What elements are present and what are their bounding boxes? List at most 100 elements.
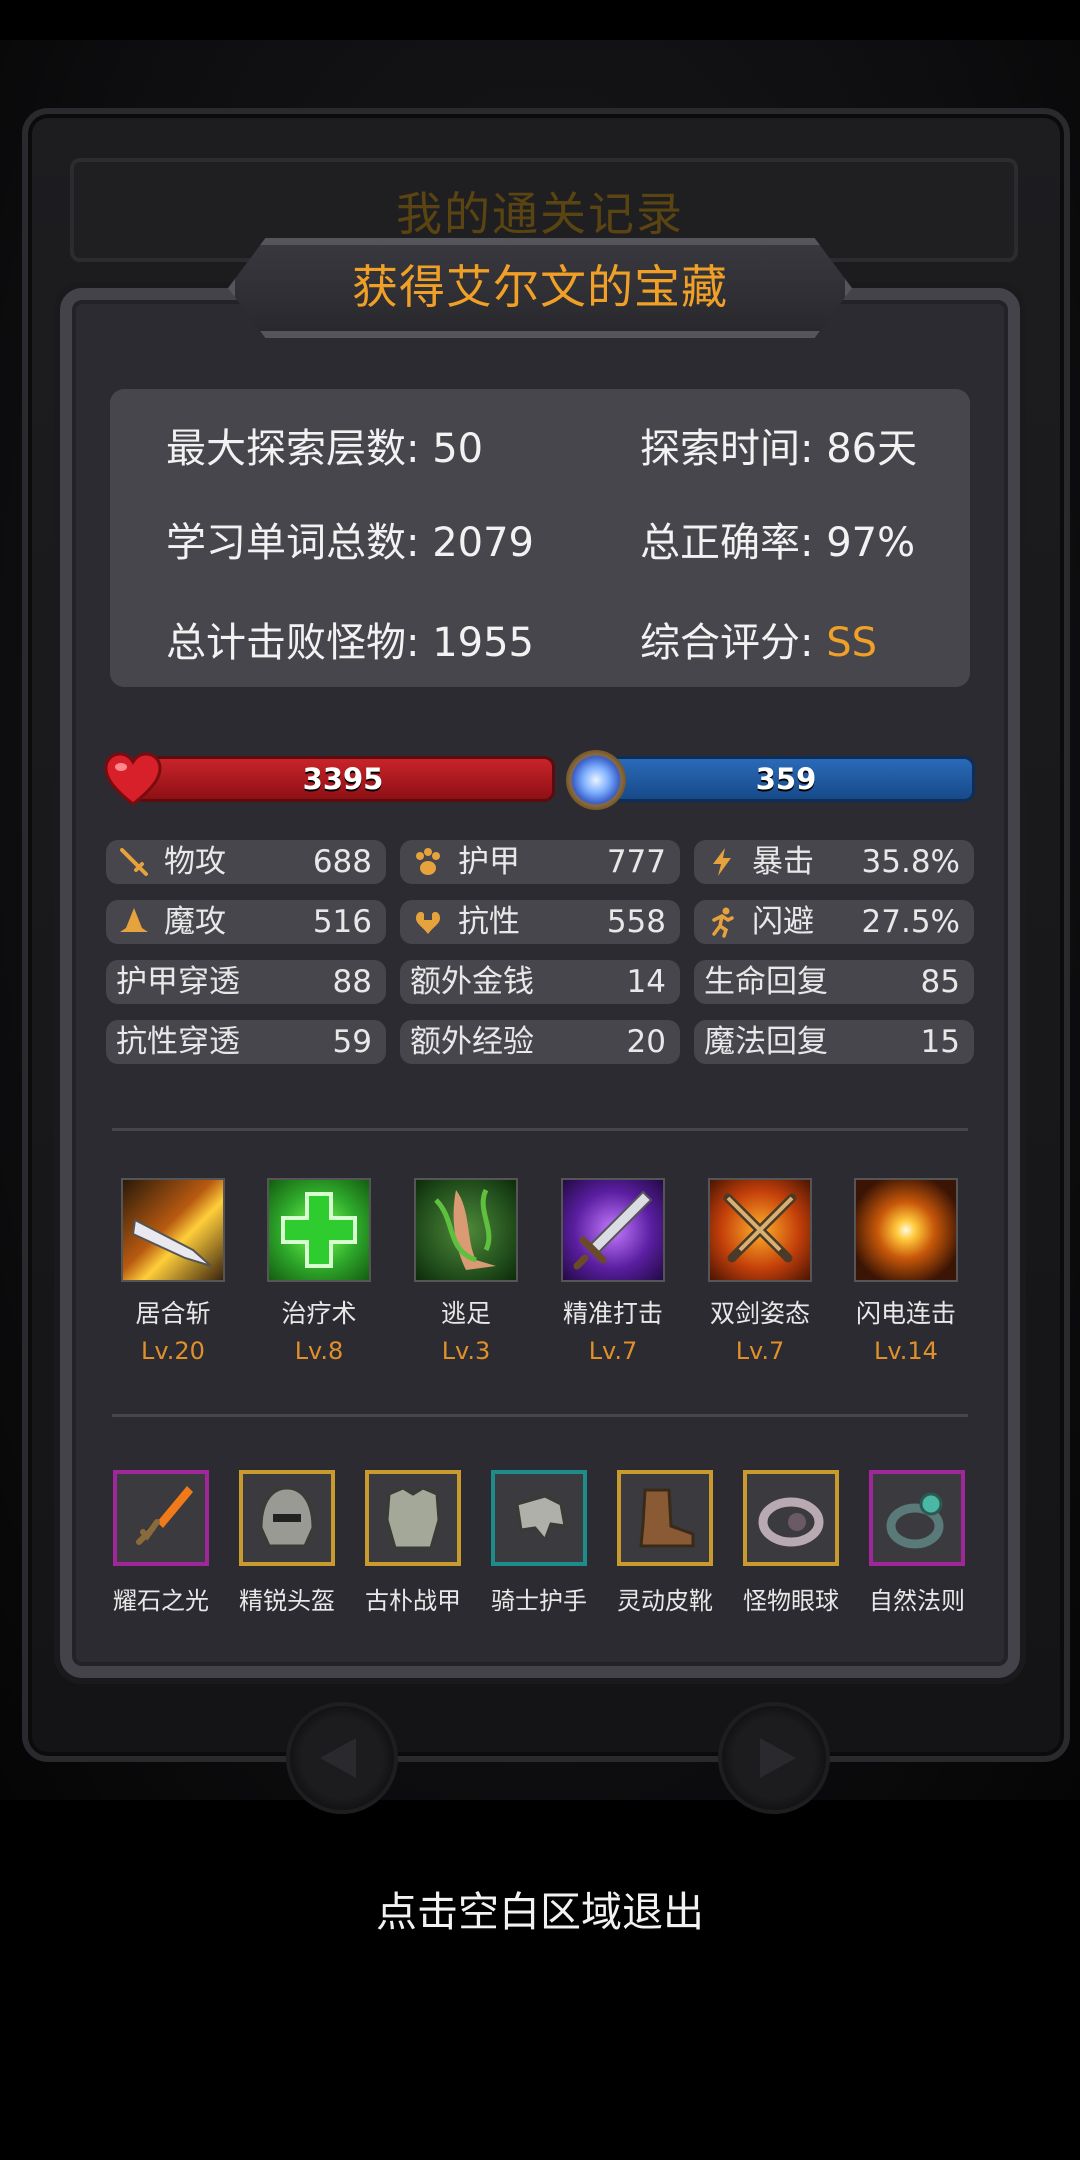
skill-name: 闪电连击 — [855, 1299, 956, 1328]
stat-value: 558 — [606, 904, 666, 940]
background-title: 我的通关记录 — [396, 187, 684, 241]
stat-value: 35.8% — [861, 844, 960, 880]
heart-icon — [104, 752, 162, 806]
skill-name: 逃足 — [440, 1299, 491, 1328]
stat-value: 85 — [920, 964, 960, 1000]
stat-physical-attack: 物攻 688 — [106, 840, 386, 884]
chest-armor-icon — [365, 1470, 461, 1566]
skill-name: 居合斩 — [135, 1299, 211, 1328]
rating-label: 综合评分: — [640, 620, 827, 666]
stat-value: 20 — [626, 1024, 666, 1060]
exit-hint: 点击空白区域退出 — [376, 1888, 704, 1936]
stat-value: 777 — [606, 844, 666, 880]
item-slot[interactable]: 骑士护手 — [474, 1470, 604, 1616]
monsters-defeated-text: 总计击败怪物: 1955 — [166, 620, 534, 666]
hp-value: 3395 — [302, 762, 384, 796]
arrow-right-icon — [760, 1738, 796, 1778]
stat-value: 59 — [332, 1024, 372, 1060]
skill-name: 双剑姿态 — [709, 1299, 810, 1328]
prev-page-button[interactable] — [286, 1702, 398, 1814]
stat-label: 生命回复 — [704, 964, 828, 1000]
hp-bar: 3395 — [134, 759, 552, 799]
overall-rating: 综合评分: SS — [640, 610, 877, 668]
skill-level: Lv.14 — [874, 1337, 938, 1365]
skill-slot[interactable]: 治疗术 Lv.8 — [249, 1178, 389, 1366]
stat-value: 516 — [312, 904, 372, 940]
item-slot[interactable]: 自然法则 — [852, 1470, 982, 1616]
stat-armor: 护甲 777 — [400, 840, 680, 884]
item-slot[interactable]: 精锐头盔 — [222, 1470, 352, 1616]
skill-slot[interactable]: 闪电连击 Lv.14 — [836, 1178, 976, 1366]
skill-slot[interactable]: 精准打击 Lv.7 — [543, 1178, 683, 1366]
wizard-hat-icon — [120, 908, 148, 932]
skill-name: 精准打击 — [562, 1299, 663, 1328]
paw-icon — [416, 848, 440, 875]
item-name: 古朴战甲 — [365, 1587, 461, 1615]
item-slot[interactable]: 怪物眼球 — [726, 1470, 856, 1616]
eyeball-ring-icon — [743, 1470, 839, 1566]
sword-icon — [120, 848, 148, 876]
vine-foot-icon — [414, 1178, 518, 1282]
stat-value: 27.5% — [861, 904, 960, 940]
boots-icon — [617, 1470, 713, 1566]
stat-value: 14 — [626, 964, 666, 1000]
item-name: 怪物眼球 — [743, 1587, 839, 1615]
stat-critical: 暴击 35.8% — [694, 840, 974, 884]
divider — [112, 1128, 968, 1131]
next-page-button[interactable] — [718, 1702, 830, 1814]
mana-orb-icon — [566, 750, 626, 810]
skill-slot[interactable]: 双剑姿态 Lv.7 — [690, 1178, 830, 1366]
stat-dodge: 闪避 27.5% — [694, 900, 974, 944]
words-learned-text: 学习单词总数: 2079 — [166, 520, 534, 566]
skill-level: Lv.7 — [588, 1337, 638, 1365]
stat-label: 额外金钱 — [410, 964, 534, 1000]
skill-slot[interactable]: 逃足 Lv.3 — [396, 1178, 536, 1366]
skill-level: Lv.7 — [735, 1337, 785, 1365]
skill-level: Lv.20 — [141, 1337, 205, 1365]
stat-label: 护甲 — [458, 844, 520, 880]
gauntlet-icon — [491, 1470, 587, 1566]
stat-resist-penetration: 抗性穿透 59 — [106, 1020, 386, 1064]
stat-extra-exp: 额外经验 20 — [400, 1020, 680, 1064]
item-name: 骑士护手 — [491, 1587, 587, 1615]
nature-ring-icon — [869, 1470, 965, 1566]
stat-armor-penetration: 护甲穿透 88 — [106, 960, 386, 1004]
item-name: 灵动皮靴 — [617, 1587, 713, 1615]
stat-label: 额外经验 — [410, 1024, 534, 1060]
helmet-icon — [239, 1470, 335, 1566]
stat-mp-regen: 魔法回复 15 — [694, 1020, 974, 1064]
stat-value: 688 — [312, 844, 372, 880]
item-slot[interactable]: 耀石之光 — [96, 1470, 226, 1616]
stat-resistance: 抗性 558 — [400, 900, 680, 944]
panel-title: 获得艾尔文的宝藏 — [352, 260, 728, 314]
skill-level: Lv.8 — [294, 1337, 344, 1365]
stat-extra-gold: 额外金钱 14 — [400, 960, 680, 1004]
max-floor-text: 最大探索层数: 50 — [166, 426, 484, 472]
blade-slash-icon — [121, 1178, 225, 1282]
stat-hp-regen: 生命回复 85 — [694, 960, 974, 1004]
mp-value: 359 — [755, 762, 817, 796]
stat-magic-attack: 魔攻 516 — [106, 900, 386, 944]
stat-label: 物攻 — [164, 844, 226, 880]
skill-name: 治疗术 — [281, 1299, 357, 1328]
arrow-left-icon — [320, 1738, 356, 1778]
skill-slot[interactable]: 居合斩 Lv.20 — [103, 1178, 243, 1366]
item-slot[interactable]: 灵动皮靴 — [600, 1470, 730, 1616]
dual-swords-icon — [708, 1178, 812, 1282]
lightning-icon — [713, 848, 731, 876]
stat-label: 抗性 — [458, 904, 520, 940]
mp-bar: 359 — [600, 759, 972, 799]
stat-value: 88 — [332, 964, 372, 1000]
stat-label: 抗性穿透 — [116, 1024, 240, 1060]
stat-label: 护甲穿透 — [116, 964, 240, 1000]
skill-level: Lv.3 — [441, 1337, 491, 1365]
stat-label: 暴击 — [752, 844, 814, 880]
running-icon — [712, 907, 734, 938]
heal-cross-icon — [267, 1178, 371, 1282]
item-name: 精锐头盔 — [239, 1587, 335, 1615]
divider — [112, 1414, 968, 1417]
explore-time-text: 探索时间: 86天 — [640, 426, 918, 472]
muscle-icon — [416, 911, 440, 934]
item-slot[interactable]: 古朴战甲 — [348, 1470, 478, 1616]
stat-label: 闪避 — [752, 904, 814, 940]
